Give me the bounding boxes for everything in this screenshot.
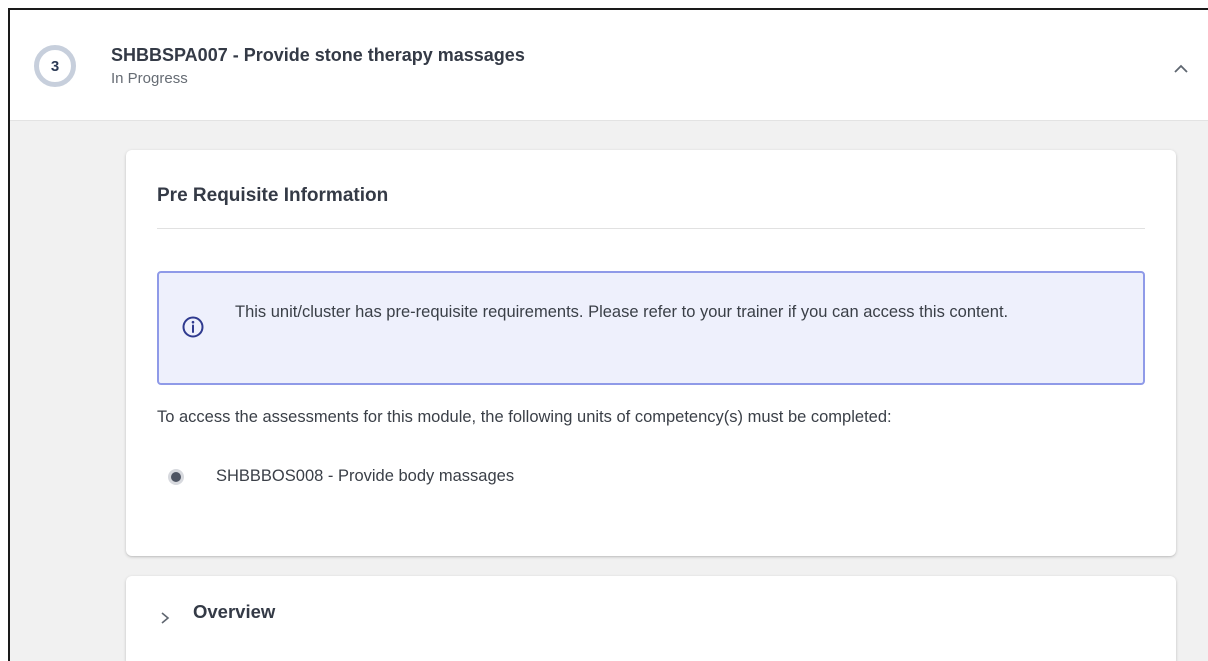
divider — [157, 228, 1145, 229]
notice-text: This unit/cluster has pre-requisite requ… — [235, 303, 1009, 321]
chevron-right-icon — [161, 612, 170, 624]
prerequisite-card: Pre Requisite Information This unit/clus… — [126, 150, 1176, 556]
step-number-badge: 3 — [34, 45, 76, 87]
overview-label: Overview — [193, 601, 276, 622]
info-icon — [182, 316, 204, 338]
overview-section[interactable]: Overview — [126, 576, 1176, 661]
unit-title: SHBBSPA007 - Provide stone therapy massa… — [111, 45, 525, 65]
unit-panel: 3 SHBBSPA007 - Provide stone therapy mas… — [8, 8, 1208, 661]
prerequisite-notice: This unit/cluster has pre-requisite requ… — [157, 271, 1145, 385]
unit-header[interactable]: 3 SHBBSPA007 - Provide stone therapy mas… — [10, 10, 1208, 121]
collapse-button[interactable] — [1166, 54, 1196, 84]
prerequisite-heading: Pre Requisite Information — [157, 185, 389, 206]
required-unit-label: SHBBBOS008 - Provide body massages — [216, 467, 515, 485]
chevron-up-icon — [1174, 64, 1188, 73]
required-units-list: SHBBBOS008 - Provide body massages — [171, 467, 514, 486]
bullet-icon — [171, 471, 181, 482]
unit-status: In Progress — [111, 70, 188, 87]
list-item: SHBBBOS008 - Provide body massages — [171, 467, 514, 486]
access-requirement-text: To access the assessments for this modul… — [157, 408, 892, 426]
